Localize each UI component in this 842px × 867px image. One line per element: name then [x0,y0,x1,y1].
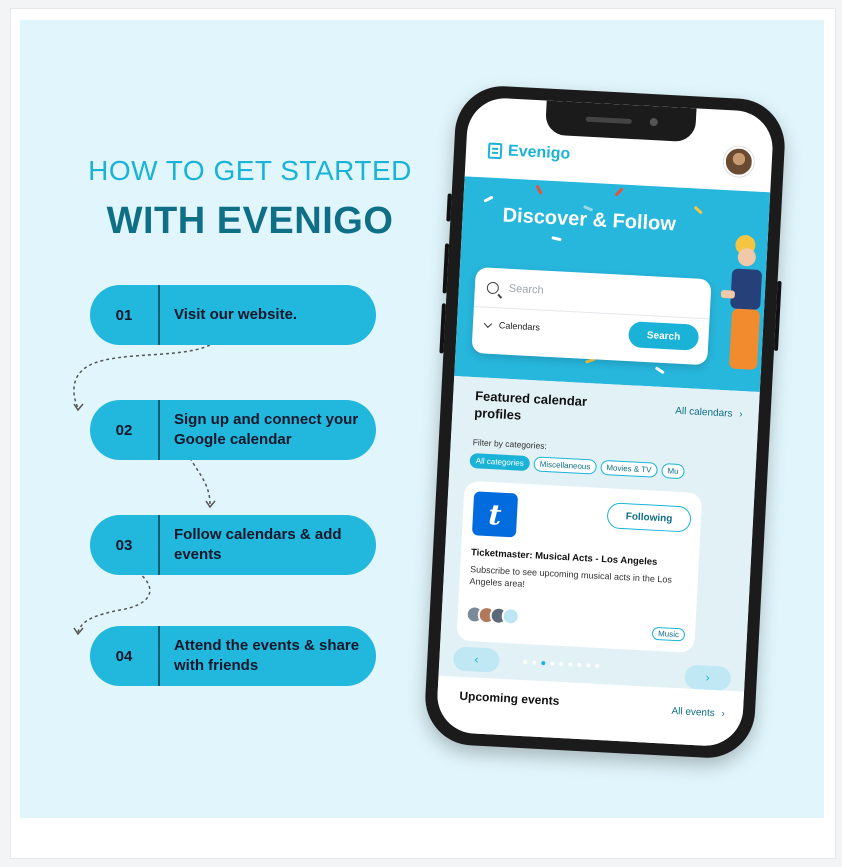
search-icon [486,281,500,294]
prev-button[interactable]: ‹ [452,646,500,673]
carousel-dot[interactable] [550,661,555,666]
calendar-profile-card[interactable]: t Following Ticketmaster: Musical Acts -… [456,480,703,653]
following-button[interactable]: Following [606,502,692,533]
search-card: Search Calendars Search [471,267,712,366]
brand-name: Evenigo [507,142,571,163]
confetti-piece [693,205,703,215]
step-divider [158,515,160,575]
all-events-label: All events [671,705,716,720]
step-2: 02 Sign up and connect your Google calen… [90,400,376,460]
chip-all-categories[interactable]: All categories [469,452,531,472]
search-button[interactable]: Search [627,321,700,351]
carousel-dot[interactable] [568,662,573,667]
calendar-logo-icon [487,142,503,160]
carousel-dot[interactable] [586,663,591,668]
chip-miscellaneous[interactable]: Miscellaneous [533,456,597,475]
carousel-dot-active[interactable] [541,660,546,666]
carousel-dot[interactable] [532,660,537,665]
search-placeholder: Search [508,282,544,297]
chevron-right-icon: › [721,708,726,720]
filter-label: Filter by categories: [472,437,548,451]
chevron-down-icon [483,319,493,328]
infographic-canvas: HOW TO GET STARTED WITH EVENIGO 01 Visit… [20,20,824,818]
carousel-dot[interactable] [577,662,582,668]
confetti-piece [551,236,562,242]
phone-notch [544,100,697,143]
carousel-dots [523,660,600,669]
phone-mockup: Evenigo Discover & Follow Search Calenda… [422,83,788,761]
step-text: Visit our website. [174,306,298,323]
calendars-label: Calendars [498,320,541,333]
speaker-grille [585,116,632,124]
step-number: 01 [115,306,133,324]
hero-title: Discover & Follow [502,204,677,236]
step-divider [158,285,160,345]
all-calendars-label: All calendars [674,405,733,420]
app-logo[interactable]: Evenigo [487,142,571,164]
all-calendars-link[interactable]: All calendars › [675,406,743,421]
confetti-piece [535,184,543,195]
front-camera [649,117,658,127]
step-divider [158,626,160,686]
step-1: 01 Visit our website. [90,285,376,345]
step-connector-arrows [73,341,216,636]
step-number: 04 [115,647,133,665]
step-text: Attend the events & share with friends [174,637,360,674]
confetti-piece [654,366,665,375]
next-button[interactable]: › [684,664,732,691]
ticketmaster-logo: t [471,491,519,538]
step-text: Follow calendars & add events [174,526,342,563]
step-3: 03 Follow calendars & add events [90,515,376,575]
category-chips: All categories Miscellaneous Movies & TV… [469,452,685,480]
step-number: 03 [115,536,133,554]
carousel-dot[interactable] [595,663,600,669]
all-events-link[interactable]: All events › [671,706,725,720]
chip-movies-tv[interactable]: Movies & TV [599,459,658,478]
user-avatar[interactable] [723,145,755,178]
calendars-dropdown[interactable]: Calendars [483,319,541,333]
music-tag: Music [651,626,686,642]
follower-avatars [465,604,521,626]
follower-avatar [501,606,521,626]
step-number: 02 [115,421,133,439]
carousel-dot[interactable] [523,660,528,665]
step-divider [158,400,160,460]
step-text: Sign up and connect your Google calendar [174,411,359,448]
carousel-dot[interactable] [559,661,564,667]
featured-title: Featured calendar profiles [473,388,588,423]
chip-music[interactable]: Mu [661,463,685,480]
upcoming-title: Upcoming events [459,688,560,708]
confetti-piece [483,195,494,203]
step-4: 04 Attend the events & share with friend… [90,626,376,686]
card-description: Subscribe to see upcoming musical acts i… [469,564,673,590]
phone-screen: Evenigo Discover & Follow Search Calenda… [435,96,775,748]
confetti-piece [614,187,624,197]
chevron-right-icon: › [738,409,743,421]
featured-section: Featured calendar profiles All calendars… [438,376,760,692]
